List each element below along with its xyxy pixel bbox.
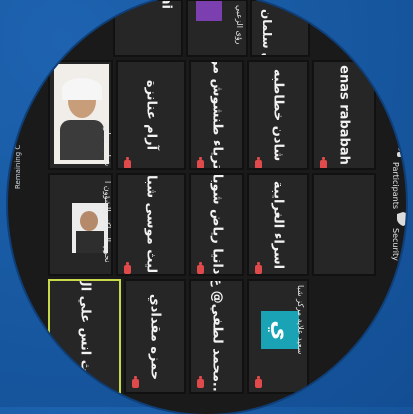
avatar <box>196 1 222 21</box>
avatar: ي <box>261 311 299 349</box>
participant-name: ليث موسى شباب... <box>143 174 159 274</box>
person-figure <box>62 78 102 100</box>
participant-tile[interactable]: نحري المراكز والشؤون ا <box>48 173 113 276</box>
person-figure <box>76 231 104 253</box>
participant-name: ترياء طنشوش مرك... <box>209 62 224 170</box>
participants-label: Participants <box>391 162 400 209</box>
security-button[interactable]: Security <box>390 212 406 261</box>
participant-tile[interactable]: مديرية شباب عجلون <box>48 60 113 170</box>
participant-tile-active-speaker[interactable]: ليث انس علي ال... <box>48 279 121 394</box>
participant-tile[interactable]: hai <box>113 0 183 57</box>
participant-tile[interactable]: دانيا رياض شوبات... <box>189 173 244 276</box>
muted-mic-icon <box>255 262 262 274</box>
participant-tile[interactable]: ي سعيد علاية مركز شبا <box>247 279 309 394</box>
participant-name: رؤى الزعبي <box>235 5 244 45</box>
participant-name: حمزه مقدادي <box>147 293 163 380</box>
muted-mic-icon <box>255 376 262 388</box>
participant-tile[interactable]: محمد لطفي@ ع... <box>189 279 244 394</box>
participant-name: hai <box>158 1 173 9</box>
participant-tile[interactable] <box>312 173 376 276</box>
person-figure <box>80 211 98 231</box>
remaining-label: Remaining C <box>14 144 22 189</box>
participant-tile[interactable]: حمزه مقدادي <box>124 279 186 394</box>
participant-tile[interactable]: رؤى الزعبي <box>186 0 248 57</box>
muted-mic-icon <box>255 157 262 168</box>
zoom-gallery-view: hai رؤى الزعبي شادن سلمان مديرية شباب عج… <box>8 0 406 414</box>
notification-dot <box>396 108 404 116</box>
participant-name: enas rababah <box>336 65 352 165</box>
participant-name: آرام عنانزة <box>143 79 159 151</box>
participant-tile[interactable]: ليث موسى شباب... <box>116 173 186 276</box>
participant-tile[interactable]: ترياء طنشوش مرك... <box>189 60 244 170</box>
participant-name: شادن سلمان <box>260 9 274 57</box>
participant-name: شادن خطاطبه <box>270 68 286 162</box>
participant-name: محمد لطفي@ ع... <box>209 279 224 394</box>
participant-name: دانيا رياض شوبات... <box>209 173 224 274</box>
muted-mic-icon <box>124 262 131 274</box>
participant-grid: hai رؤى الزعبي شادن سلمان مديرية شباب عج… <box>8 0 406 414</box>
participant-name: اسراء الغرايبة <box>270 180 286 269</box>
shield-icon <box>397 212 406 226</box>
participant-tile[interactable]: شادن خطاطبه <box>247 60 309 170</box>
avatar-letter: ي <box>267 319 293 341</box>
muted-mic-icon <box>124 157 131 168</box>
participant-tile[interactable]: آرام عنانزة <box>116 60 186 170</box>
participant-name: ليث انس علي ال... <box>77 279 92 394</box>
muted-mic-icon <box>197 376 204 388</box>
participant-tile[interactable]: enas rababah <box>312 60 376 170</box>
participant-tile[interactable]: شادن سلمان <box>250 0 310 57</box>
participant-video <box>54 64 109 164</box>
muted-mic-icon <box>197 262 204 274</box>
chat-button[interactable] <box>392 102 406 120</box>
participants-count: 21 <box>401 148 406 159</box>
participant-name: مديرية شباب عجلون <box>103 122 112 170</box>
person-figure <box>60 120 104 160</box>
muted-mic-icon <box>197 157 204 168</box>
participant-name: سعيد علاية مركز شبا <box>296 285 305 355</box>
participant-name: نحري المراكز والشؤون ا <box>103 181 112 263</box>
muted-mic-icon <box>132 376 139 388</box>
participants-button[interactable]: 21 Participants <box>390 146 406 209</box>
participant-tile[interactable]: اسراء الغرايبة <box>247 173 309 276</box>
security-label: Security <box>391 228 400 261</box>
muted-mic-icon <box>320 157 327 168</box>
